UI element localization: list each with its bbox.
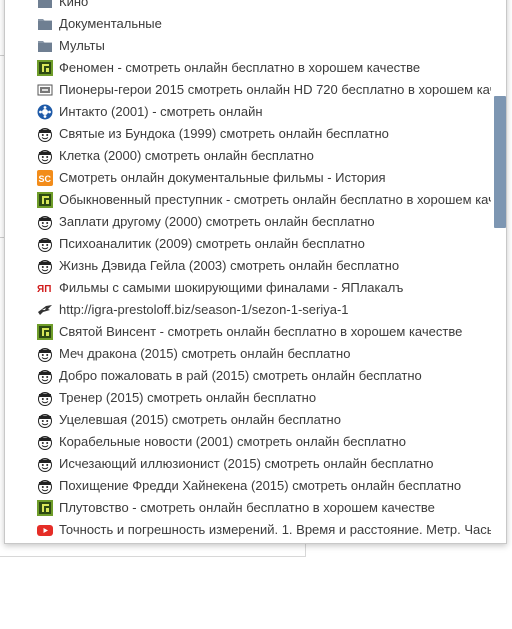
smiley-site-icon <box>37 390 53 406</box>
scrollbar[interactable] <box>491 0 506 543</box>
bookmark-item[interactable]: SC Смотреть онлайн документальные фильмы … <box>5 167 491 189</box>
bookmark-item[interactable]: Плутовство - смотреть онлайн бесплатно в… <box>5 497 491 519</box>
bookmark-label: Обыкновенный преступник - смотреть онлай… <box>59 192 491 207</box>
bookmark-item[interactable]: Интакто (2001) - смотреть онлайн <box>5 101 491 123</box>
bookmark-label: Феномен - смотреть онлайн бесплатно в хо… <box>59 60 421 75</box>
bookmark-item[interactable]: Исчезающий иллюзионист (2015) смотреть о… <box>5 453 491 475</box>
green-g-site-icon <box>37 192 53 208</box>
smiley-site-icon <box>37 434 53 450</box>
bookmark-item[interactable]: Уцелевшая (2015) смотреть онлайн бесплат… <box>5 409 491 431</box>
bookmark-item[interactable]: Психоаналитик (2009) смотреть онлайн бес… <box>5 233 491 255</box>
smiley-site-icon <box>37 126 53 142</box>
bookmark-label: Интакто (2001) - смотреть онлайн <box>59 104 263 119</box>
bookmark-label: Фильмы с самыми шокирующими финалами - Я… <box>59 280 404 295</box>
bookmark-item[interactable]: Похищение Фредди Хайнекена (2015) смотре… <box>5 475 491 497</box>
bookmark-item[interactable]: Феномен - смотреть онлайн бесплатно в хо… <box>5 57 491 79</box>
film-site-icon <box>37 82 53 98</box>
blue-reel-site-icon <box>37 104 53 120</box>
yap-site-icon: ЯП <box>37 280 53 296</box>
bookmark-label: Пионеры-герои 2015 смотреть онлайн HD 72… <box>59 82 491 97</box>
bookmark-label: Корабельные новости (2001) смотреть онла… <box>59 434 406 449</box>
green-g-site-icon <box>37 60 53 76</box>
smiley-site-icon <box>37 368 53 384</box>
bookmark-label: Точность и погрешность измерений. 1. Вре… <box>59 522 491 537</box>
smiley-site-icon <box>37 236 53 252</box>
green-g-site-icon <box>37 500 53 516</box>
smiley-site-icon <box>37 412 53 428</box>
bookmark-label: Уцелевшая (2015) смотреть онлайн бесплат… <box>59 412 341 427</box>
bookmark-label: Святой Винсент - смотреть онлайн бесплат… <box>59 324 463 339</box>
bookmark-item[interactable]: Заплати другому (2000) смотреть онлайн б… <box>5 211 491 233</box>
bookmark-item[interactable]: Меч дракона (2015) смотреть онлайн беспл… <box>5 343 491 365</box>
svg-text:ЯП: ЯП <box>37 284 51 295</box>
folder-icon <box>37 38 53 54</box>
folder-icon <box>37 0 53 10</box>
smiley-site-icon <box>37 478 53 494</box>
bookmark-label: Святые из Бундока (1999) смотреть онлайн… <box>59 126 389 141</box>
bookmark-label: Тренер (2015) смотреть онлайн бесплатно <box>59 390 317 405</box>
bookmark-item[interactable]: Пионеры-герои 2015 смотреть онлайн HD 72… <box>5 79 491 101</box>
bookmark-folder[interactable]: Мульты <box>5 35 491 57</box>
bookmark-label: Мульты <box>59 38 105 53</box>
svg-text:SC: SC <box>39 174 52 184</box>
bookmark-item[interactable]: Святые из Бундока (1999) смотреть онлайн… <box>5 123 491 145</box>
bird-site-icon <box>37 302 53 318</box>
bookmark-label: http://igra-prestoloff.biz/season-1/sezo… <box>59 302 349 317</box>
bookmark-item[interactable]: Святой Винсент - смотреть онлайн бесплат… <box>5 321 491 343</box>
bookmark-folder[interactable]: Документальные <box>5 13 491 35</box>
bookmark-item[interactable]: Обыкновенный преступник - смотреть онлай… <box>5 189 491 211</box>
bookmark-item[interactable]: Жизнь Дэвида Гейла (2003) смотреть онлай… <box>5 255 491 277</box>
smiley-site-icon <box>37 456 53 472</box>
bookmark-item[interactable]: Тренер (2015) смотреть онлайн бесплатно <box>5 387 491 409</box>
bookmark-folder[interactable]: Кино <box>5 0 491 13</box>
green-g-site-icon <box>37 324 53 340</box>
orange-sc-site-icon: SC <box>37 170 53 186</box>
bookmark-label: Психоаналитик (2009) смотреть онлайн бес… <box>59 236 365 251</box>
bookmark-item[interactable]: ЯП Фильмы с самыми шокирующими финалами -… <box>5 277 491 299</box>
bookmark-item[interactable]: Добро пожаловать в рай (2015) смотреть о… <box>5 365 491 387</box>
folder-icon <box>37 16 53 32</box>
bookmark-label: Добро пожаловать в рай (2015) смотреть о… <box>59 368 422 383</box>
bookmark-label: Клетка (2000) смотреть онлайн бесплатно <box>59 148 314 163</box>
bookmarks-list: Кино Документальные Мульты Феномен - смотре… <box>5 0 491 543</box>
bookmarks-dropdown: Кино Документальные Мульты Феномен - смотре… <box>4 0 507 544</box>
bookmark-label: Жизнь Дэвида Гейла (2003) смотреть онлай… <box>59 258 400 273</box>
bookmark-label: Смотреть онлайн документальные фильмы - … <box>59 170 386 185</box>
bookmark-label: Меч дракона (2015) смотреть онлайн беспл… <box>59 346 351 361</box>
smiley-site-icon <box>37 214 53 230</box>
scrollbar-thumb[interactable] <box>494 96 506 228</box>
bookmark-label: Заплати другому (2000) смотреть онлайн б… <box>59 214 375 229</box>
smiley-site-icon <box>37 346 53 362</box>
bookmark-label: Плутовство - смотреть онлайн бесплатно в… <box>59 500 435 515</box>
bookmark-item[interactable]: Клетка (2000) смотреть онлайн бесплатно <box>5 145 491 167</box>
bookmark-item[interactable]: Корабельные новости (2001) смотреть онла… <box>5 431 491 453</box>
smiley-site-icon <box>37 148 53 164</box>
page-divider <box>0 556 306 557</box>
youtube-icon <box>37 522 53 538</box>
bookmark-label: Похищение Фредди Хайнекена (2015) смотре… <box>59 478 462 493</box>
bookmark-label: Исчезающий иллюзионист (2015) смотреть о… <box>59 456 434 471</box>
bookmark-item[interactable]: http://igra-prestoloff.biz/season-1/sezo… <box>5 299 491 321</box>
bookmark-label: Кино <box>59 0 89 9</box>
bookmark-label: Документальные <box>59 16 162 31</box>
bookmark-item[interactable]: Точность и погрешность измерений. 1. Вре… <box>5 519 491 541</box>
smiley-site-icon <box>37 258 53 274</box>
